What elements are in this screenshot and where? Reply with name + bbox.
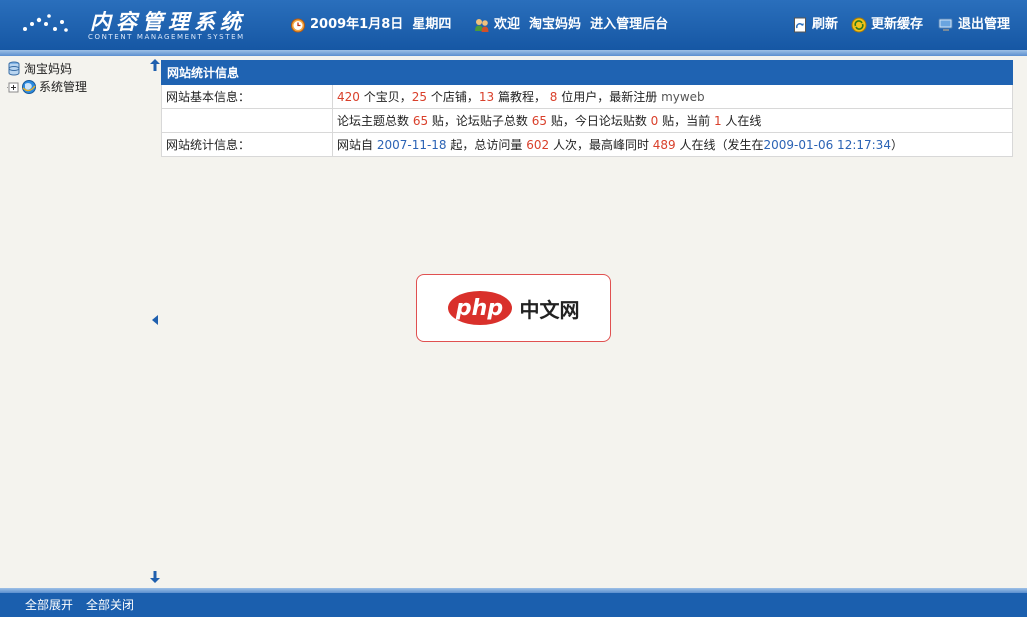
tree-expand-icon[interactable] xyxy=(7,81,20,94)
visits-prefix: 起，总访问量 xyxy=(446,138,527,152)
arrow-down-icon[interactable] xyxy=(150,571,160,583)
date-display: 2009年1月8日 星期四 xyxy=(290,15,451,35)
forum-topics-count: 65 xyxy=(412,114,429,128)
collapse-all-link[interactable]: 全部关闭 xyxy=(86,596,134,614)
watermark-site-text: 中文网 xyxy=(519,297,580,322)
update-cache-label: 更新缓存 xyxy=(871,17,924,32)
logout-button[interactable]: 退出管理 xyxy=(938,15,1010,35)
online-prefix: 贴，当前 xyxy=(658,114,714,128)
stats-table: 网站统计信息 网站基本信息： 420 个宝贝，25 个店铺，13 篇教程， 8 … xyxy=(161,60,1013,157)
items-count: 420 xyxy=(337,90,360,104)
globe-icon xyxy=(22,80,36,94)
table-row: 网站统计信息： 网站自 2007-11-18 起，总访问量 602 人次，最高峰… xyxy=(161,132,1013,157)
tree-root[interactable]: 淘宝妈妈 xyxy=(7,60,72,78)
peak-online-count: 489 xyxy=(652,138,676,152)
latest-user: myweb xyxy=(661,90,705,104)
users-icon xyxy=(475,19,489,32)
peak-time: 2009-01-06 12:17:34 xyxy=(763,138,891,152)
shops-unit: 个店铺， xyxy=(427,90,479,104)
sidebar-item-label: 系统管理 xyxy=(39,80,88,94)
sidebar-tree: 淘宝妈妈 系统管理 xyxy=(0,56,148,588)
refresh-icon xyxy=(794,17,806,33)
database-icon xyxy=(8,61,20,76)
today-posts-prefix: 贴，今日论坛贴数 xyxy=(547,114,651,128)
forum-posts-prefix: 贴，论坛贴子总数 xyxy=(428,114,532,128)
welcome-text: 欢迎 淘宝妈妈 进入管理后台 xyxy=(494,17,669,32)
sidebar-item-system-management[interactable]: 系统管理 xyxy=(7,78,87,96)
close-paren: ） xyxy=(890,138,903,152)
forum-info-value: 论坛主题总数 65 贴，论坛贴子总数 65 贴，今日论坛贴数 0 贴，当前 1 … xyxy=(332,108,1013,133)
logo-subtitle: CONTENT MANAGEMENT SYSTEM xyxy=(88,33,245,41)
since-prefix: 网站自 xyxy=(337,138,377,152)
stats-table-title: 网站统计信息 xyxy=(161,60,1013,85)
basic-info-value: 420 个宝贝，25 个店铺，13 篇教程， 8 位用户，最新注册 myweb xyxy=(332,84,1013,109)
update-cache-button[interactable]: 更新缓存 xyxy=(851,15,923,35)
welcome-display: 欢迎 淘宝妈妈 进入管理后台 xyxy=(474,15,668,35)
date-text: 2009年1月8日 星期四 xyxy=(310,17,452,32)
clock-icon xyxy=(291,18,305,33)
since-date: 2007-11-18 xyxy=(376,138,447,152)
footer-bar: 全部展开 全部关闭 xyxy=(0,593,1027,617)
visits-count: 602 xyxy=(526,138,550,152)
update-cache-icon xyxy=(851,17,867,33)
arrow-left-icon[interactable] xyxy=(150,314,160,326)
peak-suffix: 人在线（发生在 xyxy=(675,138,764,152)
logout-label: 退出管理 xyxy=(958,17,1011,32)
table-row: 网站基本信息： 420 个宝贝，25 个店铺，13 篇教程， 8 位用户，最新注… xyxy=(161,84,1013,109)
top-header: 内容管理系统 CONTENT MANAGEMENT SYSTEM 2009年1月… xyxy=(0,0,1027,50)
php-logo-icon: php xyxy=(447,291,512,325)
tutorials-count: 13 xyxy=(478,90,495,104)
tutorials-unit: 篇教程， xyxy=(494,90,546,104)
refresh-button[interactable]: 刷新 xyxy=(792,15,838,35)
items-unit: 个宝贝， xyxy=(359,90,412,104)
arrow-up-icon[interactable] xyxy=(150,59,160,71)
logo-title: 内容管理系统 xyxy=(90,9,246,34)
tree-root-label: 淘宝妈妈 xyxy=(24,62,73,76)
peak-prefix: 人次，最高峰同时 xyxy=(549,138,653,152)
php-cn-watermark: php 中文网 xyxy=(416,274,611,342)
row-label-site-stats: 网站统计信息： xyxy=(161,132,333,157)
shops-count: 25 xyxy=(411,90,428,104)
online-suffix: 人在线 xyxy=(721,114,762,128)
row-label-forum xyxy=(161,108,333,133)
forum-topics-prefix: 论坛主题总数 xyxy=(337,114,413,128)
users-unit: 位用户，最新注册 xyxy=(557,90,662,104)
expand-all-link[interactable]: 全部展开 xyxy=(25,596,73,614)
logo-dots-icon xyxy=(23,14,68,32)
site-stats-value: 网站自 2007-11-18 起，总访问量 602 人次，最高峰同时 489 人… xyxy=(332,132,1013,157)
row-label-basic-info: 网站基本信息： xyxy=(161,84,333,109)
refresh-label: 刷新 xyxy=(812,17,839,32)
table-row: 论坛主题总数 65 贴，论坛贴子总数 65 贴，今日论坛贴数 0 贴，当前 1 … xyxy=(161,108,1013,133)
logout-icon xyxy=(938,18,953,31)
online-now-count: 1 xyxy=(713,114,722,128)
forum-posts-count: 65 xyxy=(531,114,548,128)
